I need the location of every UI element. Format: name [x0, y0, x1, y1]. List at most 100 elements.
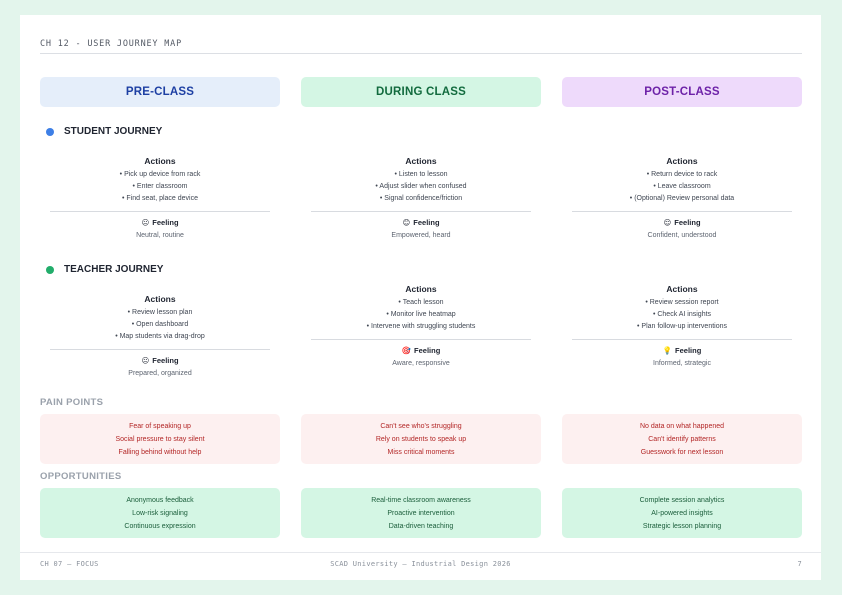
page-number: 7: [797, 560, 802, 568]
relieved-face-icon: 😌: [663, 218, 672, 227]
opportunity-box-post-class: Complete session analytics AI-powered in…: [562, 488, 802, 538]
cell-divider: [572, 339, 792, 340]
action-item: • Adjust slider when confused: [375, 183, 467, 190]
action-item: • Return device to rack: [646, 171, 718, 178]
feeling-label: Feeling: [413, 218, 440, 227]
student-cell-during-class: Actions • Listen to lesson • Adjust slid…: [301, 156, 541, 239]
opportunities-label: OPPORTUNITIES: [40, 471, 122, 482]
opportunity-item: Real-time classroom awareness: [371, 496, 471, 504]
feeling-title: 🎯 Feeling: [301, 346, 541, 355]
feeling-description: Informed, strategic: [653, 360, 711, 367]
teacher-journey-label: TEACHER JOURNEY: [46, 264, 163, 275]
student-journey-label: STUDENT JOURNEY: [46, 126, 162, 137]
action-item: • Monitor live heatmap: [386, 311, 456, 318]
pain-point-item: Guesswork for next lesson: [640, 448, 724, 456]
action-item: • Teach lesson: [398, 299, 444, 306]
student-cell-post-class: Actions • Return device to rack • Leave …: [562, 156, 802, 239]
pain-point-item: Can't identify patterns: [648, 435, 716, 443]
column-header-pre-class: PRE-CLASS: [40, 77, 280, 107]
feeling-label: Feeling: [414, 346, 441, 355]
feeling-description: Empowered, heard: [391, 232, 451, 239]
student-dot-icon: [46, 127, 54, 136]
pain-point-box-during-class: Can't see who's struggling Rely on stude…: [301, 414, 541, 464]
action-item: • Leave classroom: [653, 183, 711, 190]
teacher-dot-icon: [46, 265, 54, 274]
footer-institution: SCAD University — Industrial Design 2026: [330, 560, 511, 568]
pain-point-item: Miss critical moments: [387, 448, 455, 456]
student-journey-title: STUDENT JOURNEY: [64, 126, 163, 137]
feeling-title: 😐 Feeling: [40, 218, 280, 227]
opportunity-item: Data-driven teaching: [388, 522, 454, 530]
opportunity-item: Proactive intervention: [387, 509, 455, 517]
pain-point-item: No data on what happened: [639, 422, 725, 430]
cell-divider: [311, 339, 531, 340]
column-header-during-class: DURING CLASS: [301, 77, 541, 107]
actions-title: Actions: [144, 156, 176, 166]
student-cell-pre-class: Actions • Pick up device from rack • Ent…: [40, 156, 280, 239]
cell-divider: [50, 349, 270, 350]
opportunity-item: AI-powered insights: [651, 509, 713, 517]
smiling-face-icon: 😊: [402, 218, 411, 227]
teacher-cell-during-class: Actions • Teach lesson • Monitor live he…: [301, 284, 541, 367]
action-item: • Open dashboard: [131, 321, 189, 328]
action-item: • Check AI insights: [652, 311, 712, 318]
feeling-label: Feeling: [675, 346, 702, 355]
action-item: • Find seat, place device: [122, 195, 198, 202]
feeling-description: Confident, understood: [647, 232, 717, 239]
opportunity-item: Complete session analytics: [639, 496, 725, 504]
action-item: • Listen to lesson: [394, 171, 448, 178]
actions-title: Actions: [405, 156, 437, 166]
actions-title: Actions: [144, 294, 176, 304]
feeling-title: 😊 Feeling: [301, 218, 541, 227]
pain-point-item: Can't see who's struggling: [380, 422, 462, 430]
opportunity-item: Low-risk signaling: [132, 509, 188, 517]
actions-title: Actions: [405, 284, 437, 294]
action-item: • Enter classroom: [132, 183, 188, 190]
column-header-post-class: POST-CLASS: [562, 77, 802, 107]
pain-point-item: Rely on students to speak up: [375, 435, 467, 443]
actions-title: Actions: [666, 284, 698, 294]
action-item: • Review lesson plan: [127, 309, 193, 316]
action-item: • Intervene with struggling students: [366, 323, 476, 330]
teacher-cell-pre-class: Actions • Review lesson plan • Open dash…: [40, 294, 280, 377]
feeling-label: Feeling: [674, 218, 701, 227]
footer-divider: [20, 552, 821, 553]
feeling-title: 😐 Feeling: [40, 356, 280, 365]
pain-point-item: Fear of speaking up: [129, 422, 191, 430]
action-item: • Signal confidence/friction: [379, 195, 463, 202]
opportunity-item: Continuous expression: [124, 522, 196, 530]
feeling-description: Aware, responsive: [392, 360, 450, 367]
cell-divider: [50, 211, 270, 212]
feeling-label: Feeling: [152, 218, 179, 227]
neutral-face-icon: 😐: [141, 218, 150, 227]
neutral-face-icon: 😐: [141, 356, 150, 365]
light-bulb-icon: 💡: [662, 346, 673, 355]
teacher-cell-post-class: Actions • Review session report • Check …: [562, 284, 802, 367]
action-item: • Plan follow-up interventions: [637, 323, 727, 330]
pain-point-box-post-class: No data on what happened Can't identify …: [562, 414, 802, 464]
cell-divider: [311, 211, 531, 212]
action-item: • Review session report: [645, 299, 719, 306]
chapter-title: CH 12 - USER JOURNEY MAP: [40, 39, 183, 49]
pain-point-item: Falling behind without help: [118, 448, 202, 456]
opportunity-item: Anonymous feedback: [126, 496, 194, 504]
feeling-label: Feeling: [152, 356, 179, 365]
feeling-title: 💡 Feeling: [562, 346, 802, 355]
cell-divider: [572, 211, 792, 212]
feeling-description: Prepared, organized: [128, 370, 192, 377]
teacher-journey-title: TEACHER JOURNEY: [64, 264, 164, 275]
opportunity-item: Strategic lesson planning: [642, 522, 722, 530]
pain-point-item: Social pressure to stay silent: [115, 435, 205, 443]
opportunity-box-pre-class: Anonymous feedback Low-risk signaling Co…: [40, 488, 280, 538]
header-divider: [40, 53, 802, 54]
action-item: • Map students via drag-drop: [115, 333, 205, 340]
opportunity-box-during-class: Real-time classroom awareness Proactive …: [301, 488, 541, 538]
pain-point-box-pre-class: Fear of speaking up Social pressure to s…: [40, 414, 280, 464]
document-page: CH 12 - USER JOURNEY MAP PRE-CLASS DURIN…: [20, 15, 821, 580]
feeling-description: Neutral, routine: [136, 232, 184, 239]
actions-title: Actions: [666, 156, 698, 166]
action-item: • (Optional) Review personal data: [629, 195, 735, 202]
pain-points-label: PAIN POINTS: [40, 397, 104, 408]
target-icon: 🎯: [401, 346, 412, 355]
action-item: • Pick up device from rack: [119, 171, 201, 178]
